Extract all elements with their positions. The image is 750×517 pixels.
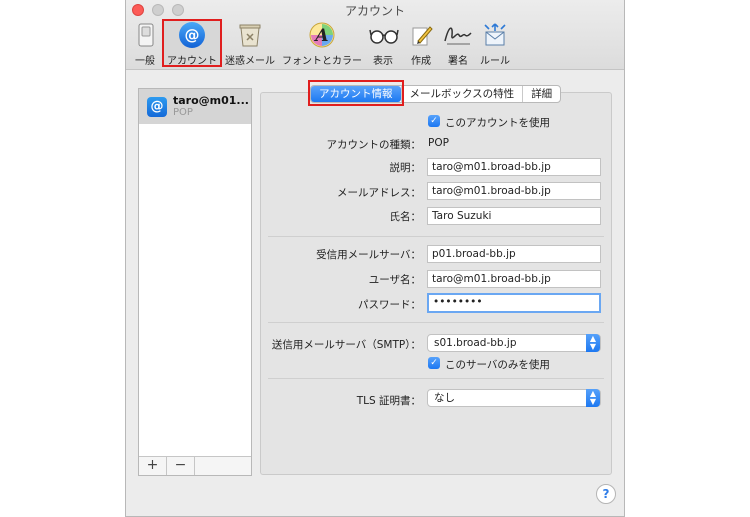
toolbar-junk-mail[interactable]: 迷惑メール (224, 20, 276, 68)
email-field[interactable]: taro@m01.broad-bb.jp (427, 182, 601, 200)
toolbar-label: 一般 (135, 56, 155, 67)
toolbar-viewing[interactable]: 表示 (368, 20, 400, 68)
smtp-server-select[interactable]: s01.broad-bb.jp ▲ ▼ (427, 334, 601, 352)
tab-mailbox-behaviors[interactable]: メールボックスの特性 (400, 86, 523, 102)
smtp-only-checkbox[interactable]: ✓ (428, 357, 440, 369)
at-sign-icon: @ (147, 97, 167, 117)
pencil-icon (406, 20, 438, 50)
remove-account-button[interactable]: − (167, 457, 195, 475)
account-type: POP (173, 107, 193, 118)
at-sign-icon: @ (176, 20, 208, 50)
toolbar-label: 署名 (448, 56, 468, 67)
enable-account-checkbox[interactable]: ✓ (428, 115, 440, 127)
smtp-only-label: このサーバのみを使用 (445, 359, 550, 371)
toolbar-label: アカウント (167, 56, 217, 67)
window-title: アカウント (344, 4, 405, 18)
toolbar-rules[interactable]: ルール (478, 20, 512, 68)
enable-account-label: このアカウントを使用 (445, 117, 550, 129)
toolbar-label: 作成 (411, 56, 431, 67)
password-field[interactable]: •••••••• (427, 293, 601, 313)
incoming-server-label: 受信用メールサーバ： (316, 249, 421, 261)
glasses-icon (368, 20, 400, 50)
toolbar-composing[interactable]: 作成 (406, 20, 436, 68)
account-list-item[interactable]: @ taro@m01... POP (139, 89, 251, 124)
chevron-updown-icon: ▲ ▼ (586, 334, 600, 352)
toolbar-label: ルール (480, 56, 510, 67)
toolbar-general[interactable]: 一般 (130, 20, 160, 68)
password-label: パスワード： (358, 299, 421, 311)
tls-certificate-select[interactable]: なし ▲ ▼ (427, 389, 601, 407)
toolbar-label: 迷惑メール (225, 56, 275, 67)
incoming-server-field[interactable]: p01.broad-bb.jp (427, 245, 601, 263)
account-type-value: POP (428, 137, 449, 149)
tab-highlight-box (308, 80, 404, 106)
tls-certificate-value: なし (434, 392, 455, 404)
fullname-field[interactable]: Taro Suzuki (427, 207, 601, 225)
preferences-window: アカウント 一般 @ アカウント 迷惑メール A フォントとカラー 表示 作成 … (125, 0, 625, 517)
section-divider (268, 378, 604, 379)
tls-certificate-label: TLS 証明書： (356, 395, 421, 407)
toolbar-label: 表示 (373, 56, 393, 67)
email-label: メールアドレス： (337, 187, 421, 199)
username-field[interactable]: taro@m01.broad-bb.jp (427, 270, 601, 288)
help-button[interactable]: ? (596, 484, 616, 504)
account-list: @ taro@m01... POP + − (138, 88, 252, 476)
account-list-footer: + − (139, 456, 251, 475)
svg-text:@: @ (185, 26, 200, 44)
trash-icon (234, 20, 266, 50)
tab-advanced[interactable]: 詳細 (522, 86, 560, 102)
toolbar-fonts-colors[interactable]: A フォントとカラー (280, 20, 364, 68)
account-name: taro@m01... (173, 94, 249, 107)
toolbar-label: フォントとカラー (282, 56, 362, 67)
section-divider (268, 322, 604, 323)
description-field[interactable]: taro@m01.broad-bb.jp (427, 158, 601, 176)
toolbar-accounts[interactable]: @ アカウント (164, 20, 220, 68)
add-account-button[interactable]: + (139, 457, 167, 475)
switch-icon (130, 20, 162, 50)
toolbar-signatures[interactable]: 署名 (442, 20, 474, 68)
section-divider (268, 236, 604, 237)
rules-icon (479, 20, 511, 50)
smtp-label: 送信用メールサーバ（SMTP）： (271, 339, 421, 351)
fullname-label: 氏名： (389, 211, 422, 223)
smtp-server-value: s01.broad-bb.jp (434, 337, 517, 349)
titlebar: アカウント 一般 @ アカウント 迷惑メール A フォントとカラー 表示 作成 … (126, 0, 624, 70)
chevron-updown-icon: ▲ ▼ (586, 389, 600, 407)
signature-icon (442, 20, 474, 50)
svg-text:A: A (313, 26, 328, 46)
font-color-icon: A (306, 20, 338, 50)
username-label: ユーザ名： (368, 274, 421, 286)
account-type-label: アカウントの種類： (326, 139, 422, 151)
description-label: 説明： (389, 162, 422, 174)
